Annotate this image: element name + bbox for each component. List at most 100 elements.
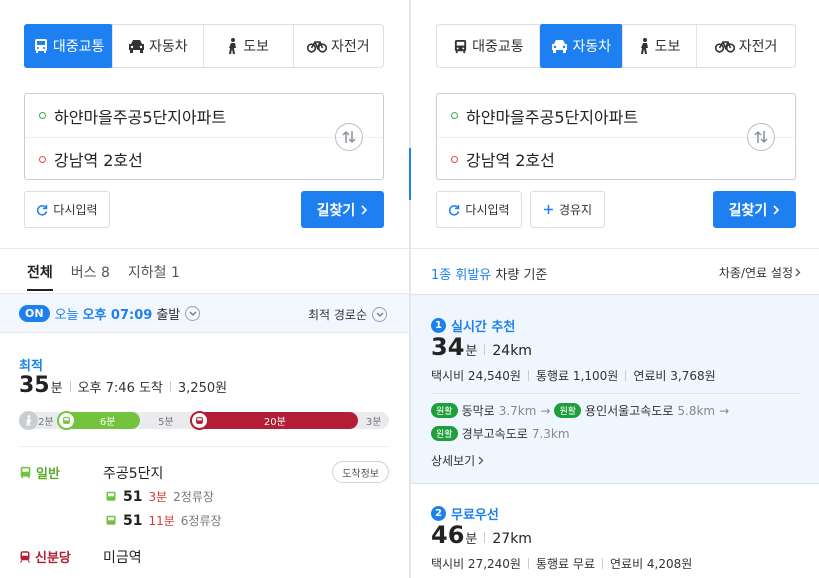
- option-costs: 택시비 24,540원 통행료 1,100원 연료비 3,768원: [431, 369, 716, 383]
- subway-icon: [189, 411, 209, 430]
- tab-car[interactable]: 자동차: [112, 25, 202, 67]
- tab-label: 대중교통: [472, 39, 524, 55]
- depart-time[interactable]: 오후 07:09: [82, 304, 152, 323]
- arrow-right-icon: →: [540, 403, 551, 418]
- find-route-button[interactable]: 길찾기: [301, 191, 384, 228]
- add-waypoint-button[interactable]: 경유지: [530, 191, 605, 228]
- option-time: 46 분 27km: [431, 521, 532, 549]
- fuel-type: 1종 휘발유: [431, 268, 492, 283]
- tab-label: 자동차: [149, 39, 188, 55]
- bus-icon: [56, 411, 76, 430]
- tab-walk[interactable]: 도보: [202, 25, 293, 67]
- destination-text: 강남역 2호선: [466, 151, 555, 170]
- separator: [0, 248, 409, 249]
- transit-panel: 대중교통 자동차 도보 자전거 하얀마을주공5단지아파트 강남역 2호선 다시입: [0, 0, 409, 578]
- bus-row[interactable]: 51 11분 6정류장: [105, 512, 222, 529]
- reset-button[interactable]: 다시입력: [436, 191, 522, 228]
- arrival-time: 오후 7:46 도착: [77, 381, 163, 396]
- departure-bar: ON 오늘 오후 07:09 출발 최적 경로순: [0, 293, 409, 333]
- destination-text: 강남역 2호선: [54, 151, 143, 170]
- tab-bus[interactable]: 버스 8: [71, 262, 110, 282]
- destination-field[interactable]: 강남역 2호선: [437, 137, 795, 180]
- sort-select[interactable]: 최적 경로순: [308, 306, 387, 323]
- swap-icon[interactable]: [747, 123, 775, 151]
- swap-icon[interactable]: [335, 123, 363, 151]
- option-number: 1: [431, 318, 446, 333]
- origin-dot-icon: [39, 112, 46, 119]
- tab-label: 대중교통: [52, 39, 105, 55]
- route-timeline-bar: 2분 6분 5분 20분 3분: [19, 411, 389, 430]
- reset-label: 다시입력: [465, 203, 510, 217]
- tab-label: 자동차: [572, 39, 612, 55]
- option-number: 2: [431, 506, 446, 521]
- chevron-right-icon: [361, 204, 368, 215]
- bus-icon: [20, 466, 31, 479]
- step-subway-label: 신분당: [19, 547, 71, 566]
- refresh-icon: [449, 204, 460, 216]
- vehicle-settings-link[interactable]: 차종/연료 설정: [719, 264, 801, 281]
- fare: 3,250원: [177, 381, 228, 396]
- car-icon: [552, 40, 568, 53]
- tab-label: 도보: [654, 39, 681, 55]
- segment-walk-2: 5분: [158, 417, 174, 428]
- car-panel: 대중교통 자동차 도보 자전거 하얀마을주공5단지아파트 강남역 2호선 다시입: [411, 0, 819, 578]
- option-costs: 택시비 27,240원 통행료 무료 연료비 4,208원: [431, 557, 693, 571]
- traffic-badge: 원활: [431, 426, 458, 441]
- walk-icon: [229, 38, 237, 54]
- origin-field[interactable]: 하얀마을주공5단지아파트: [25, 94, 383, 137]
- on-toggle[interactable]: ON: [19, 304, 50, 322]
- tab-label: 자전거: [331, 39, 370, 55]
- tab-walk[interactable]: 도보: [621, 25, 696, 67]
- tab-all[interactable]: 전체: [27, 262, 53, 291]
- duration: 35: [19, 373, 50, 398]
- bus-row[interactable]: 51 3분 2정류장: [105, 488, 214, 505]
- route-summary[interactable]: 35 분 오후 7:46 도착 3,250원: [19, 373, 227, 398]
- origin-field[interactable]: 하얀마을주공5단지아파트: [437, 94, 795, 137]
- reset-label: 다시입력: [53, 203, 98, 217]
- chevron-right-icon: [478, 456, 484, 465]
- destination-field[interactable]: 강남역 2호선: [25, 137, 383, 180]
- road-row: 원활 경부고속도로 7.3km: [431, 425, 570, 442]
- tab-bicycle[interactable]: 자전거: [292, 25, 383, 67]
- origin-text: 하얀마을주공5단지아파트: [54, 107, 227, 127]
- route-input-box: 하얀마을주공5단지아파트 강남역 2호선: [436, 93, 796, 180]
- plus-icon: [543, 205, 553, 214]
- arrival-info-button[interactable]: 도착정보: [332, 461, 389, 483]
- route-option-card[interactable]: 2 무료우선 46 분 27km 택시비 27,240원 통행료 무료 연료비 …: [411, 484, 819, 578]
- segment-walk-3: 3분: [365, 417, 382, 428]
- chevron-right-icon: [795, 268, 801, 277]
- traffic-badge: 원활: [554, 403, 582, 418]
- walk-icon: [19, 411, 38, 430]
- tab-label: 자전거: [738, 39, 778, 55]
- tab-transit[interactable]: 대중교통: [437, 25, 540, 67]
- separator: [411, 248, 819, 249]
- route-option-card[interactable]: 1 실시간 추천 34 분 24km 택시비 24,540원 통행료 1,100…: [411, 294, 819, 484]
- step-bus-label: 일반: [19, 463, 60, 482]
- origin-text: 하얀마을주공5단지아파트: [466, 107, 639, 127]
- detail-link[interactable]: 상세보기: [431, 452, 484, 469]
- step-subway-station[interactable]: 미금역: [103, 547, 142, 567]
- tab-car[interactable]: 자동차: [538, 24, 623, 68]
- find-label: 길찾기: [316, 202, 356, 219]
- depart-suffix: 출발: [156, 307, 181, 323]
- traffic-badge: 원활: [431, 403, 458, 418]
- bicycle-icon: [714, 41, 735, 53]
- step-bus-stop[interactable]: 주공5단지: [103, 463, 163, 483]
- segment-subway: 20분: [191, 412, 359, 429]
- reset-button[interactable]: 다시입력: [24, 191, 110, 228]
- tab-subway[interactable]: 지하철 1: [128, 262, 180, 282]
- screen: 대중교통 자동차 도보 자전거 하얀마을주공5단지아파트 강남역 2호선 다시입: [0, 0, 819, 578]
- chevron-down-icon: [372, 307, 387, 322]
- depart-day: 오늘: [54, 307, 79, 323]
- find-label: 길찾기: [728, 202, 768, 219]
- find-route-button[interactable]: 길찾기: [713, 191, 796, 228]
- tab-bicycle[interactable]: 자전거: [696, 25, 795, 67]
- fuel-basis: 1종 휘발유 차량 기준: [431, 264, 547, 283]
- tab-transit[interactable]: 대중교통: [24, 24, 114, 68]
- chevron-down-icon[interactable]: [185, 305, 201, 321]
- duration-unit: 분: [50, 381, 63, 396]
- walk-icon: [640, 38, 648, 54]
- waypoint-label: 경유지: [558, 203, 593, 217]
- option-time: 34 분 24km: [431, 333, 532, 361]
- refresh-icon: [37, 204, 48, 216]
